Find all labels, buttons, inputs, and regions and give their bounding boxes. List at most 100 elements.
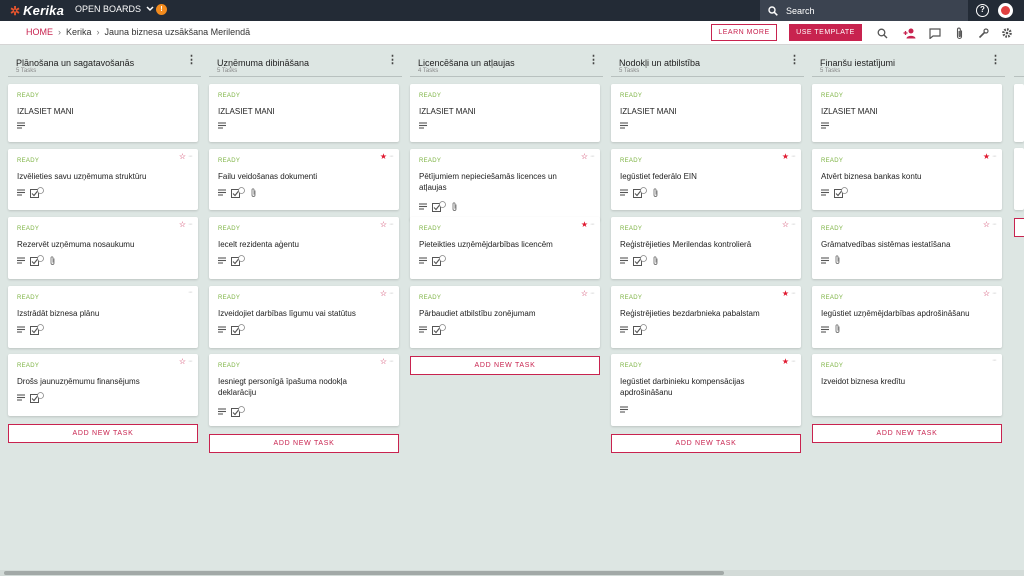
add-new-task-button[interactable]: ADD NEW TASK (8, 424, 198, 443)
task-card[interactable]: READY IZLASIET MANI (812, 84, 1002, 142)
star-filled-icon[interactable]: ★ (380, 152, 387, 161)
more-options-icon[interactable]: ··· (992, 357, 997, 364)
more-options-icon[interactable]: ··· (389, 221, 394, 228)
breadcrumb-home[interactable]: HOME (26, 27, 53, 37)
task-card[interactable]: READY IZLASIET MANI (410, 84, 600, 142)
search-input[interactable]: Search (760, 0, 968, 21)
avatar[interactable] (998, 3, 1013, 18)
help-icon[interactable]: ? (976, 4, 989, 17)
task-title[interactable]: Rezervēt uzņēmuma nosaukumu (17, 239, 182, 250)
task-card[interactable]: ☆ ··· READY Iegūstiet uzņēmējdarbības apdro… (812, 286, 1002, 348)
task-title[interactable]: IZLASIET MANI (821, 106, 986, 117)
kerika-logo[interactable]: ✲ Kerika (10, 3, 64, 18)
task-title[interactable]: Pētījumiem nepieciešamās licences un atļ… (419, 171, 584, 193)
more-options-icon[interactable]: ··· (791, 221, 796, 228)
star-filled-icon[interactable]: ★ (581, 220, 588, 229)
task-title[interactable]: Pieteikties uzņēmējdarbības licencēm (419, 239, 584, 250)
learn-more-button[interactable]: LEARN MORE (711, 24, 777, 41)
gear-icon[interactable] (1000, 26, 1014, 40)
task-title[interactable]: Izstrādāt biznesa plānu (17, 308, 182, 319)
task-card[interactable]: ☆ ··· READY Rezervēt uzņēmuma nosaukumu (8, 217, 198, 279)
task-card[interactable]: ☆ ··· READY Pārbaudiet atbilstību zonējumam (410, 286, 600, 348)
task-card[interactable]: ☆ ··· READY Drošs jaunuzņēmumu finansējums (8, 354, 198, 416)
task-title[interactable]: Izveidot biznesa kredītu (821, 376, 986, 387)
more-options-icon[interactable]: ··· (992, 221, 997, 228)
column-title[interactable]: Uzņēmuma dibināšana (217, 58, 309, 68)
column-title[interactable]: Nodokļi un atbilstība (619, 58, 700, 68)
task-card[interactable]: ★ ··· READY Reģistrējieties bezdarbnieka pa… (611, 286, 801, 348)
task-title[interactable]: IZLASIET MANI (17, 106, 182, 117)
add-new-task-button[interactable]: ADD NEW TASK (209, 434, 399, 453)
more-options-icon[interactable]: ··· (590, 221, 595, 228)
more-options-icon[interactable]: ··· (188, 358, 193, 365)
next-column-card[interactable] (1014, 84, 1024, 142)
star-filled-icon[interactable]: ★ (782, 152, 789, 161)
more-options-icon[interactable]: ··· (791, 358, 796, 365)
use-template-button[interactable]: USE TEMPLATE (789, 24, 862, 41)
search-icon[interactable] (875, 26, 889, 40)
star-outline-icon[interactable]: ☆ (983, 289, 990, 298)
column-menu-icon[interactable]: ⋮ (789, 55, 800, 66)
star-outline-icon[interactable]: ☆ (983, 220, 990, 229)
more-options-icon[interactable]: ··· (389, 153, 394, 160)
chat-icon[interactable] (928, 26, 942, 40)
column-menu-icon[interactable]: ⋮ (990, 55, 1001, 66)
notification-badge[interactable]: ! (156, 4, 167, 15)
task-title[interactable]: Izvēlieties savu uzņēmuma struktūru (17, 171, 182, 182)
task-card[interactable]: ☆ ··· READY Grāmatvedības sistēmas iestatīš… (812, 217, 1002, 279)
more-options-icon[interactable]: ··· (791, 153, 796, 160)
task-title[interactable]: Drošs jaunuzņēmumu finansējums (17, 376, 182, 387)
next-column-card[interactable] (1014, 148, 1024, 210)
task-card[interactable]: ☆ ··· READY Izvēlieties savu uzņēmuma struk… (8, 149, 198, 210)
star-outline-icon[interactable]: ☆ (380, 357, 387, 366)
task-card[interactable]: ☆ ··· READY Iesniegt personīgā īpašuma nodo… (209, 354, 399, 426)
more-options-icon[interactable]: ··· (188, 153, 193, 160)
task-card[interactable]: ☆ ··· READY Pētījumiem nepieciešamās licenc… (410, 149, 600, 221)
task-title[interactable]: Izveidojiet darbības līgumu vai statūtus (218, 308, 383, 319)
star-outline-icon[interactable]: ☆ (581, 152, 588, 161)
star-outline-icon[interactable]: ☆ (179, 152, 186, 161)
column-menu-icon[interactable]: ⋮ (186, 55, 197, 66)
task-card[interactable]: ★ ··· READY Pieteikties uzņēmējdarbības lic… (410, 217, 600, 279)
task-title[interactable]: Pārbaudiet atbilstību zonējumam (419, 308, 584, 319)
task-card[interactable]: READY IZLASIET MANI (8, 84, 198, 142)
more-options-icon[interactable]: ··· (188, 221, 193, 228)
task-card[interactable]: ··· READY Izstrādāt biznesa plānu (8, 286, 198, 348)
more-options-icon[interactable]: ··· (590, 290, 595, 297)
column-menu-icon[interactable]: ⋮ (387, 55, 398, 66)
task-card[interactable]: READY IZLASIET MANI (611, 84, 801, 142)
column-title[interactable]: Plānošana un sagatavošanās (16, 58, 134, 68)
task-card[interactable]: ☆ ··· READY Izveidojiet darbības līgumu vai… (209, 286, 399, 348)
star-filled-icon[interactable]: ★ (782, 357, 789, 366)
task-title[interactable]: Iegūstiet uzņēmējdarbības apdrošināšanu (821, 308, 986, 319)
task-title[interactable]: Reģistrējieties Merilendas kontrolierā (620, 239, 785, 250)
attachment-icon[interactable] (952, 26, 966, 40)
breadcrumb-org[interactable]: Kerika (66, 27, 92, 37)
more-options-icon[interactable]: ··· (389, 358, 394, 365)
task-title[interactable]: Iesniegt personīgā īpašuma nodokļa dekla… (218, 376, 383, 398)
open-boards-menu[interactable]: OPEN BOARDS (75, 4, 154, 14)
task-title[interactable]: Grāmatvedības sistēmas iestatīšana (821, 239, 986, 250)
add-new-task-button[interactable]: ADD NEW TASK (812, 424, 1002, 443)
task-title[interactable]: Iegūstiet federālo EIN (620, 171, 785, 182)
task-card[interactable]: ★ ··· READY Failu veidošanas dokumenti (209, 149, 399, 210)
task-card[interactable]: ··· READY Izveidot biznesa kredītu (812, 354, 1002, 416)
star-outline-icon[interactable]: ☆ (179, 220, 186, 229)
wrench-icon[interactable] (976, 26, 990, 40)
scrollbar-thumb[interactable] (4, 571, 724, 575)
star-filled-icon[interactable]: ★ (983, 152, 990, 161)
add-new-task-button[interactable]: ADD NEW TASK (611, 434, 801, 453)
task-title[interactable]: Reģistrējieties bezdarbnieka pabalstam (620, 308, 785, 319)
add-new-task-button[interactable]: ADD NEW TASK (410, 356, 600, 375)
task-card[interactable]: ★ ··· READY Iegūstiet federālo EIN (611, 149, 801, 210)
task-title[interactable]: Iecelt rezidenta aģentu (218, 239, 383, 250)
task-title[interactable]: IZLASIET MANI (620, 106, 785, 117)
task-title[interactable]: Iegūstiet darbinieku kompensācijas apdro… (620, 376, 785, 398)
task-title[interactable]: Failu veidošanas dokumenti (218, 171, 383, 182)
task-title[interactable]: IZLASIET MANI (419, 106, 584, 117)
task-card[interactable]: ☆ ··· READY Reģistrējieties Merilendas kont… (611, 217, 801, 279)
horizontal-scrollbar[interactable] (0, 570, 1024, 576)
more-options-icon[interactable]: ··· (389, 290, 394, 297)
task-card[interactable]: ★ ··· READY Atvērt biznesa bankas kontu (812, 149, 1002, 210)
task-card[interactable]: ☆ ··· READY Iecelt rezidenta aģentu (209, 217, 399, 279)
